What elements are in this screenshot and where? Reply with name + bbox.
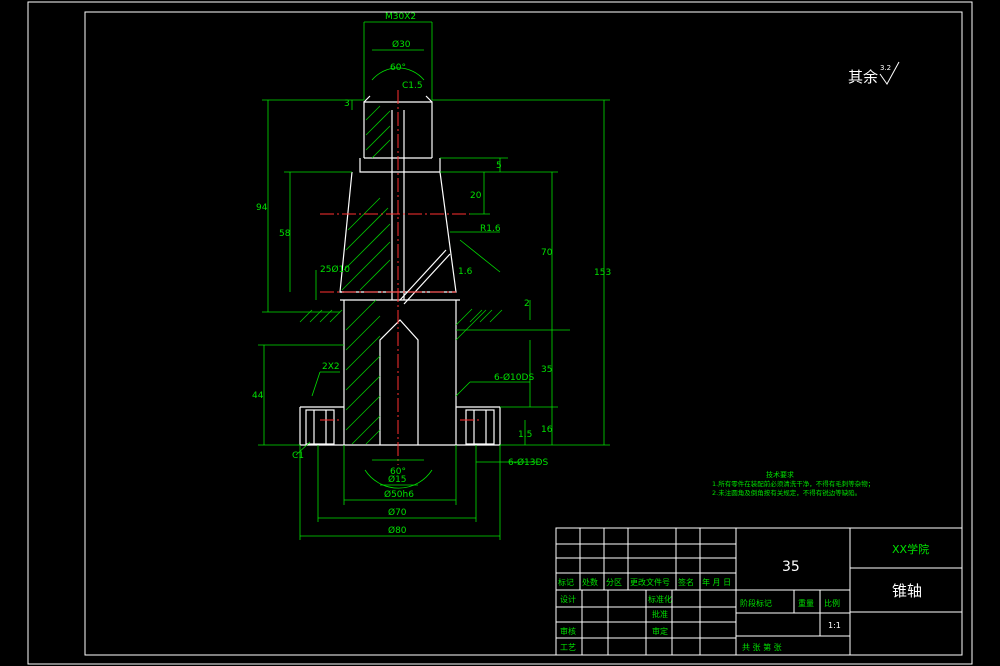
- dim-angle-top: 60°: [390, 63, 406, 73]
- rev-header-2: 分区: [606, 578, 622, 587]
- rev-header-3: 更改文件号: [630, 577, 670, 587]
- dim-holes-a: 6-Ø10DS: [494, 372, 534, 383]
- rev-header-1: 处数: [582, 577, 598, 587]
- dim-cone: 25Ø10: [320, 264, 350, 275]
- dim-c-top: C1.5: [402, 81, 423, 91]
- row-review: 审核: [560, 626, 576, 636]
- row-standard: 标准化: [648, 594, 672, 604]
- dim-d70: Ø70: [388, 507, 407, 518]
- dim-35: 35: [541, 365, 552, 375]
- stage-label: 阶段标记: [740, 598, 772, 608]
- surface-finish-value: 3.2: [880, 64, 891, 72]
- dim-16: 16: [541, 425, 553, 435]
- note-line-2: 2.未注圆角及倒角按有关规定，不得有锐边等缺陷。: [712, 488, 861, 497]
- dim-70: 70: [541, 248, 553, 258]
- row-extra: 审定: [652, 626, 668, 636]
- dim-3: 3: [344, 99, 350, 109]
- rev-header-0: 标记: [558, 577, 574, 587]
- dim-c-bottom: C1: [292, 451, 304, 461]
- scale-label: 比例: [824, 598, 840, 608]
- sheets-label: 共 张 第 张: [742, 642, 782, 652]
- row-design: 设计: [560, 594, 576, 604]
- dim-94: 94: [256, 203, 268, 213]
- dim-20: 20: [470, 191, 482, 201]
- dim-d50: Ø50h6: [384, 489, 414, 500]
- cad-drawing-canvas: M30X2 Ø30 60° C1.5 3 5 20 R1.6 1.6 70 94…: [0, 0, 1000, 666]
- dim-r16: R1.6: [480, 224, 501, 234]
- dim-5: 5: [496, 161, 502, 171]
- rev-header-4: 签名: [678, 577, 694, 587]
- dim-thread-top: M30X2: [385, 12, 416, 22]
- rev-header-5: 年 月 日: [702, 577, 731, 587]
- dim-58: 58: [279, 229, 291, 239]
- scale-value: 1:1: [828, 621, 841, 630]
- dim-44: 44: [252, 391, 264, 401]
- notes-title: 技术要求: [766, 470, 794, 479]
- part-name: 锥轴: [892, 582, 922, 600]
- dim-2x2: 2X2: [322, 362, 340, 372]
- surface-finish-label: 其余: [848, 68, 878, 86]
- weight-label: 重量: [798, 598, 814, 608]
- dim-d80: Ø80: [388, 525, 407, 536]
- dim-1-5: 1.5: [518, 430, 532, 440]
- dim-2: 2: [524, 299, 530, 309]
- row-approve: 批准: [652, 609, 668, 619]
- part-number: 35: [782, 559, 800, 575]
- row-process: 工艺: [560, 643, 576, 652]
- dim-153: 153: [594, 268, 611, 278]
- dim-holes-b: 6-Ø13DS: [508, 457, 548, 468]
- dim-1-6: 1.6: [458, 267, 473, 277]
- dim-d15: Ø15: [388, 474, 407, 485]
- note-line-1: 1.所有零件在装配前必须清洗干净，不得有毛刺等杂物；: [712, 479, 874, 488]
- dim-d-top: Ø30: [392, 39, 411, 50]
- school-name: XX学院: [892, 542, 929, 556]
